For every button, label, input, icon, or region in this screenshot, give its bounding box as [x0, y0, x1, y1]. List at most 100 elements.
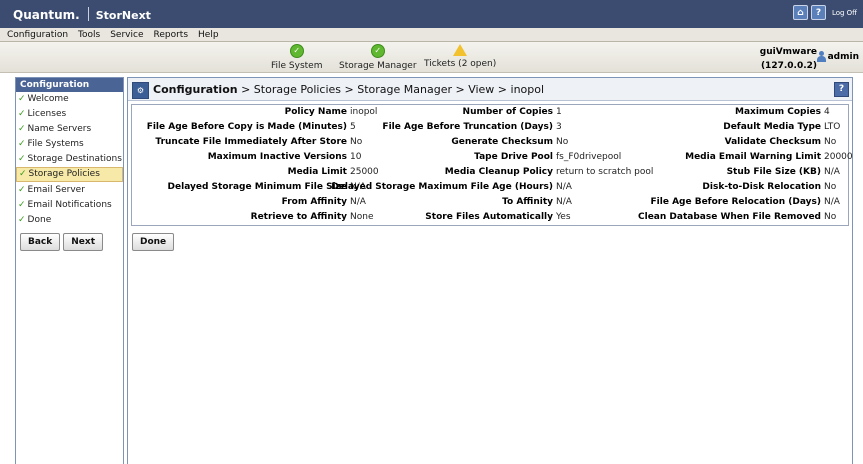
detail-row: From Affinity N/A To Affinity N/A File Age B… [132, 195, 848, 210]
back-button[interactable]: Back [20, 233, 61, 251]
menu-reports[interactable]: Reports [148, 30, 193, 40]
home-icon[interactable]: ⌂ [792, 5, 808, 20]
menu-tools[interactable]: Tools [73, 30, 105, 40]
wizard-step-email-server[interactable]: ✓ Email Server [16, 183, 123, 198]
tickets-label: Tickets (2 open) [424, 59, 497, 69]
field-label: File Age Before Truncation (Days) [382, 122, 553, 132]
page-title: Configuration [153, 83, 238, 96]
help-icon[interactable]: ? [834, 82, 849, 97]
field-value: 25000 [350, 167, 379, 177]
field-value: No [824, 212, 837, 222]
user-icon [816, 51, 826, 62]
menu-bar: Configuration Tools Service Reports Help [0, 28, 863, 42]
user-info[interactable]: admin [816, 51, 859, 62]
tickets-status[interactable]: Tickets (2 open) [424, 44, 496, 69]
field-value: 20000 [824, 152, 853, 162]
field-label: Validate Checksum [724, 137, 821, 147]
system-info: guiVmware (127.0.0.2) [760, 45, 817, 73]
detail-row: Policy Name inopol Number of Copies 1 Maximu… [132, 105, 848, 120]
step-label: Email Server [27, 185, 85, 195]
step-label: Licenses [27, 109, 67, 119]
field-value: LTO [824, 122, 841, 132]
field-label: File Age Before Relocation (Days) [650, 197, 821, 207]
field-label: Policy Name [284, 107, 347, 117]
field-value: 1 [556, 107, 562, 117]
field-label: Disk-to-Disk Relocation [702, 182, 821, 192]
user-name: admin [827, 51, 859, 62]
field-value: N/A [556, 182, 572, 192]
breadcrumb: Configuration > Storage Policies > Stora… [153, 83, 544, 96]
detail-row: Truncate File Immediately After Store No G… [132, 135, 848, 150]
field-label: Retrieve to Affinity [250, 212, 347, 222]
configuration-wizard: Configuration Wizard ✓ Welcome ✓ Licenses … [15, 77, 124, 464]
field-label: File Age Before Copy is Made (Minutes) [146, 122, 347, 132]
field-label: Truncate File Immediately After Store [155, 137, 347, 147]
step-label: Name Servers [27, 124, 92, 134]
field-label: Default Media Type [723, 122, 821, 132]
system-ip: (127.0.0.2) [760, 61, 817, 71]
storage-manager-label: Storage Manager [339, 61, 417, 71]
brand-divider [87, 7, 89, 21]
field-label: To Affinity [502, 197, 553, 207]
field-value: N/A [824, 197, 840, 207]
top-bar: Quantum. StorNext ⌂ ? Log Off [0, 0, 863, 28]
menu-help[interactable]: Help [193, 30, 224, 40]
field-label: Delayed Storage Maximum File Age (Hours) [331, 182, 553, 192]
menu-configuration[interactable]: Configuration [0, 30, 73, 40]
field-value: No [350, 137, 363, 147]
check-icon: ✓ [18, 139, 26, 149]
check-icon: ✓ [18, 185, 26, 195]
detail-row: Retrieve to Affinity None Store Files Auto… [132, 210, 848, 225]
field-label: Maximum Inactive Versions [207, 152, 347, 162]
field-label: Media Email Warning Limit [685, 152, 821, 162]
ok-check-icon: ✓ [289, 44, 304, 58]
wizard-nav: Back Next [16, 228, 123, 251]
field-value: N/A [350, 197, 366, 207]
wizard-step-storage-destinations[interactable]: ✓ Storage Destinations [16, 152, 123, 167]
file-system-status[interactable]: ✓ File System [271, 44, 322, 71]
step-label: Storage Policies [28, 169, 100, 179]
step-label: Storage Destinations [27, 154, 122, 164]
field-label: Maximum Copies [735, 107, 821, 117]
field-value: Yes [556, 212, 571, 222]
step-label: Welcome [27, 94, 69, 104]
field-value: inopol [350, 107, 378, 117]
done-button[interactable]: Done [132, 233, 175, 251]
detail-row: Maximum Inactive Versions 10 Tape Drive Po… [132, 150, 853, 165]
next-button[interactable]: Next [63, 233, 104, 251]
storage-manager-status[interactable]: ✓ Storage Manager [339, 44, 417, 71]
wizard-step-licenses[interactable]: ✓ Licenses [16, 107, 123, 122]
check-icon: ✓ [18, 109, 26, 119]
step-label: Email Notifications [27, 200, 112, 210]
field-label: From Affinity [281, 197, 347, 207]
breadcrumb-path: > Storage Policies > Storage Manager > V… [241, 83, 545, 96]
field-value: None [350, 212, 374, 222]
wizard-step-welcome[interactable]: ✓ Welcome [16, 92, 123, 107]
main-panel: ⚙ Configuration > Storage Policies > Sto… [127, 77, 853, 464]
step-label: File Systems [27, 139, 84, 149]
field-label: Stub File Size (KB) [726, 167, 821, 177]
field-label: Tape Drive Pool [474, 152, 553, 162]
detail-row: Delayed Storage Minimum File Size N/A Dela… [132, 180, 848, 195]
wizard-step-storage-policies[interactable]: ✓ Storage Policies [16, 167, 123, 182]
field-value: No [824, 137, 837, 147]
system-name: guiVmware [759, 47, 817, 57]
brand: Quantum. StorNext [13, 7, 151, 22]
check-icon: ✓ [18, 154, 26, 164]
policy-details: Policy Name inopol Number of Copies 1 Maximu… [131, 104, 853, 226]
wizard-step-email-notifications[interactable]: ✓ Email Notifications [16, 198, 123, 213]
help-icon[interactable]: ? [810, 5, 826, 20]
warning-icon [453, 44, 468, 56]
logoff-link[interactable]: Log Off [832, 9, 857, 17]
wizard-title: Configuration Wizard [16, 78, 123, 104]
wizard-step-done[interactable]: ✓ Done [16, 213, 123, 228]
field-value: 5 [350, 122, 356, 132]
check-icon: ✓ [18, 124, 26, 134]
file-system-label: File System [271, 61, 323, 71]
check-icon: ✓ [18, 215, 26, 225]
menu-service[interactable]: Service [105, 30, 148, 40]
field-value: 10 [350, 152, 362, 162]
wizard-step-name-servers[interactable]: ✓ Name Servers [16, 122, 123, 137]
wizard-step-file-systems[interactable]: ✓ File Systems [16, 137, 123, 152]
field-label: Clean Database When File Removed [638, 212, 821, 222]
